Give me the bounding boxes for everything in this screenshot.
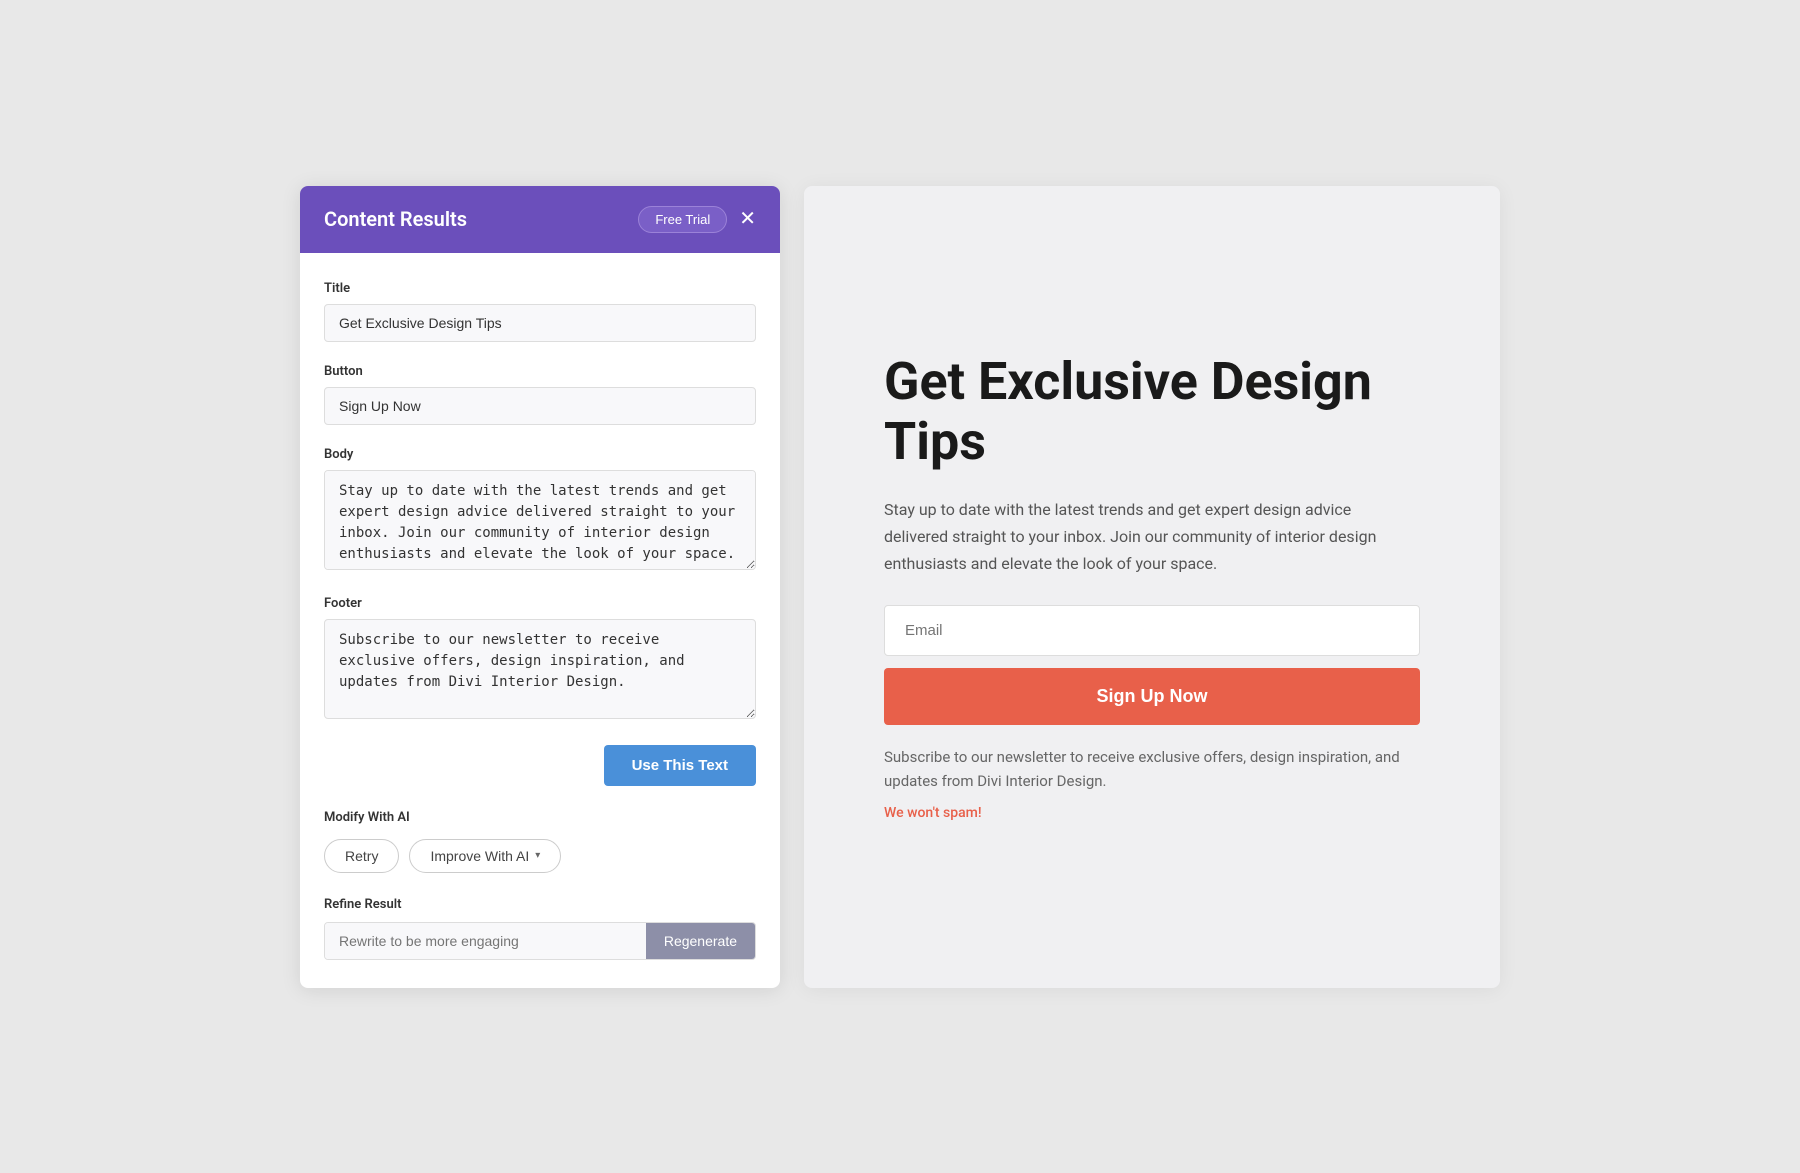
title-input[interactable] <box>324 304 756 342</box>
use-this-text-button[interactable]: Use This Text <box>604 745 756 786</box>
retry-button[interactable]: Retry <box>324 839 399 873</box>
preview-body: Stay up to date with the latest trends a… <box>884 496 1404 578</box>
header-right: Free Trial ✕ <box>638 206 756 233</box>
panel-header: Content Results Free Trial ✕ <box>300 186 780 253</box>
improve-with-ai-button[interactable]: Improve With AI ▾ <box>409 839 561 873</box>
title-label: Title <box>324 281 756 296</box>
email-input[interactable] <box>884 605 1420 656</box>
left-panel: Content Results Free Trial ✕ Title Butto… <box>300 186 780 988</box>
free-trial-badge[interactable]: Free Trial <box>638 206 727 233</box>
refine-row: Regenerate <box>324 922 756 960</box>
chevron-down-icon: ▾ <box>535 850 540 861</box>
footer-label: Footer <box>324 596 756 611</box>
app-wrapper: Content Results Free Trial ✕ Title Butto… <box>300 186 1500 988</box>
modify-ai-section: Modify With AI Retry Improve With AI ▾ <box>324 810 756 873</box>
refine-section: Refine Result Regenerate <box>324 897 756 960</box>
refine-input[interactable] <box>325 923 646 959</box>
panel-body: Title Button Body Footer Use This Text M… <box>300 253 780 988</box>
modify-ai-row: Retry Improve With AI ▾ <box>324 839 756 873</box>
signup-button[interactable]: Sign Up Now <box>884 668 1420 725</box>
right-panel: Get Exclusive Design Tips Stay up to dat… <box>804 186 1500 988</box>
button-label: Button <box>324 364 756 379</box>
no-spam-text: We won't spam! <box>884 805 1420 821</box>
close-button[interactable]: ✕ <box>739 209 756 229</box>
preview-footer: Subscribe to our newsletter to receive e… <box>884 745 1404 793</box>
title-field-group: Title <box>324 281 756 342</box>
modify-ai-label: Modify With AI <box>324 810 756 825</box>
refine-label: Refine Result <box>324 897 756 912</box>
button-input[interactable] <box>324 387 756 425</box>
panel-title: Content Results <box>324 207 467 231</box>
footer-textarea[interactable] <box>324 619 756 719</box>
footer-field-group: Footer <box>324 596 756 723</box>
body-textarea[interactable] <box>324 470 756 570</box>
regenerate-button[interactable]: Regenerate <box>646 923 755 959</box>
button-field-group: Button <box>324 364 756 425</box>
preview-title: Get Exclusive Design Tips <box>884 352 1420 472</box>
body-label: Body <box>324 447 756 462</box>
body-field-group: Body <box>324 447 756 574</box>
